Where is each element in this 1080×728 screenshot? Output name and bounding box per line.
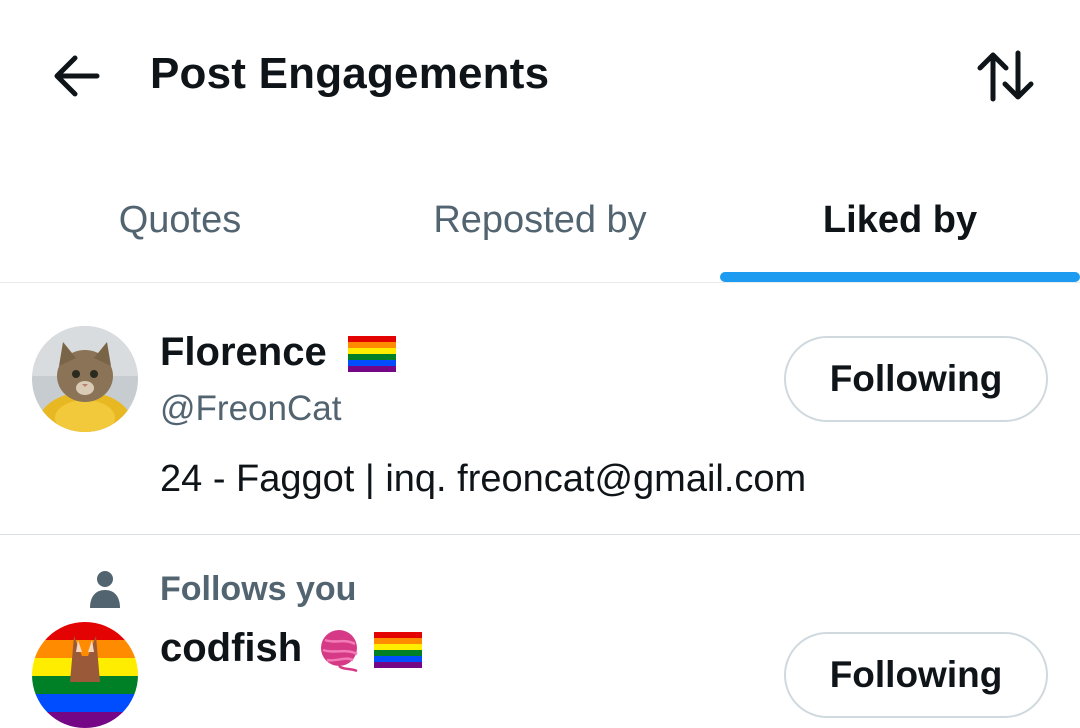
arrow-left-icon (54, 55, 100, 97)
following-button[interactable]: Following (784, 336, 1048, 422)
following-button[interactable]: Following (784, 632, 1048, 718)
rainbow-flag-icon (374, 632, 423, 669)
user-name-text: codfish (160, 626, 303, 670)
tab-reposted-by[interactable]: Reposted by (360, 170, 720, 282)
page-title: Post Engagements (150, 49, 550, 98)
avatar[interactable] (32, 622, 138, 728)
rainbow-flag-icon (347, 336, 396, 373)
sort-arrows-icon (977, 50, 1034, 102)
tab-quotes[interactable]: Quotes (0, 170, 360, 282)
cat-avatar-image (32, 326, 138, 432)
user-display-name[interactable]: codfish (160, 622, 423, 674)
top-bar: Post Engagements (0, 0, 1080, 150)
user-handle[interactable]: @FreonCat (160, 386, 341, 432)
rainbow-avatar-image (32, 622, 138, 728)
sort-button[interactable] (970, 44, 1042, 108)
tab-liked-by[interactable]: Liked by (720, 170, 1080, 282)
follows-you-label: Follows you (160, 570, 357, 608)
active-tab-indicator (720, 272, 1080, 282)
back-button[interactable] (44, 44, 108, 108)
yarn-ball-icon (321, 630, 359, 673)
avatar[interactable] (32, 326, 138, 432)
user-name-text: Florence (160, 330, 327, 374)
tabs-divider (0, 282, 1080, 283)
row-divider (0, 534, 1080, 535)
person-icon (90, 571, 120, 608)
engagement-tabs: Quotes Reposted by Liked by (0, 170, 1080, 284)
user-bio: 24 - Faggot | inq. freoncat@gmail.com (160, 458, 807, 500)
user-display-name[interactable]: Florence (160, 326, 396, 378)
